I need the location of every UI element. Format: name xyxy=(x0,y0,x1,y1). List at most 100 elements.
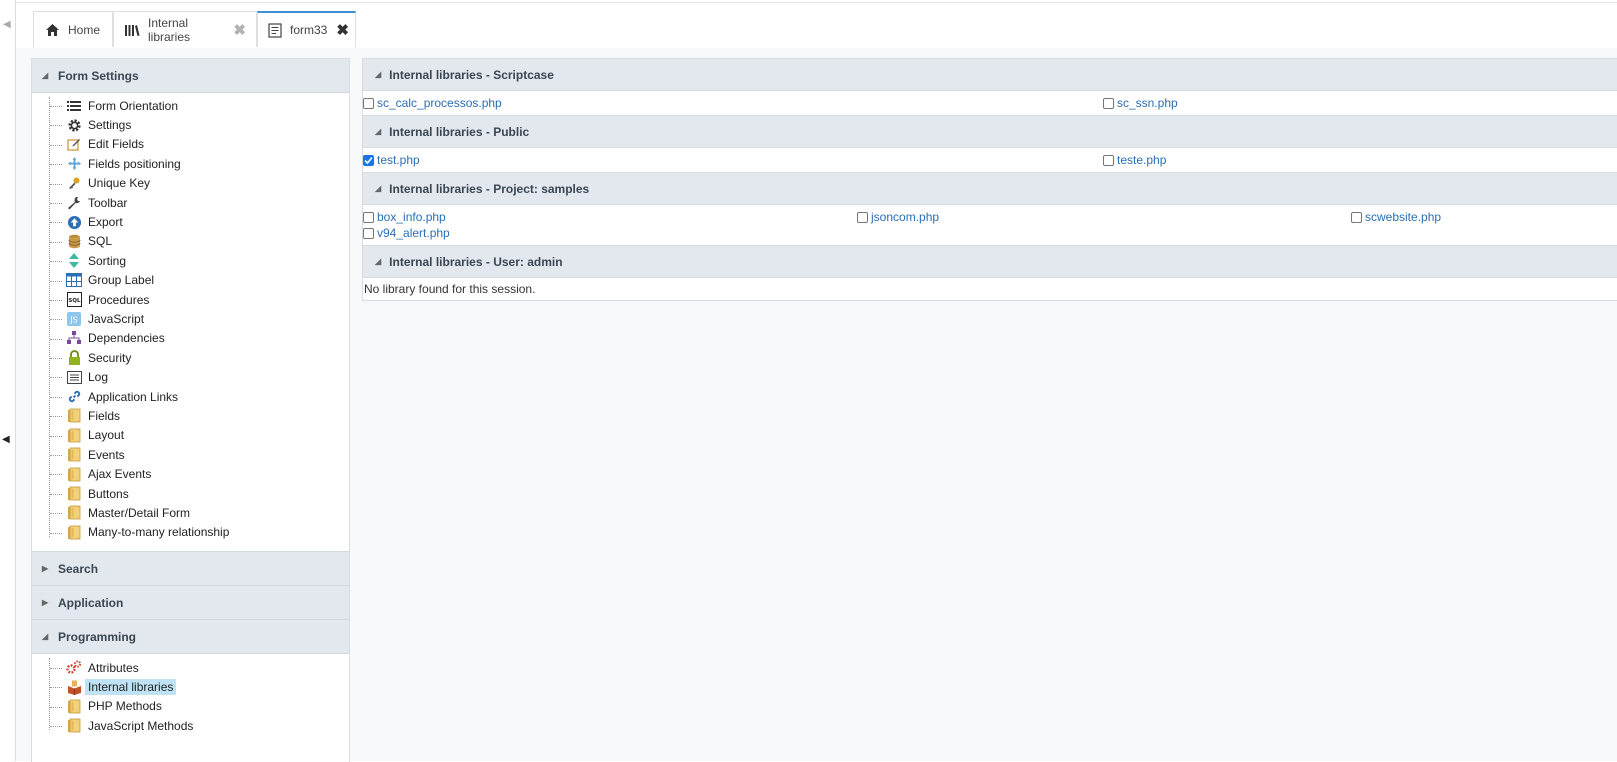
home-icon xyxy=(44,22,60,38)
tree-item-export[interactable]: Export xyxy=(32,212,349,231)
form-icon xyxy=(268,22,282,38)
group-header-programming[interactable]: ◢ Programming xyxy=(32,620,349,654)
group-header-application[interactable]: ▶ Application xyxy=(32,586,349,620)
tree-item-edit-fields[interactable]: Edit Fields xyxy=(32,135,349,154)
tree-item-many-to-many-relationship[interactable]: Many-to-many relationship xyxy=(32,523,349,542)
tree-item-dependencies[interactable]: Dependencies xyxy=(32,329,349,348)
tree-item-label: Export xyxy=(88,215,123,230)
wrench-icon xyxy=(66,195,82,211)
tree-item-label: Edit Fields xyxy=(88,137,145,152)
library-item[interactable]: jsoncom.php xyxy=(857,210,939,224)
empty-message: No library found for this session. xyxy=(364,282,536,296)
tree-branch-line xyxy=(50,183,62,185)
library-link[interactable]: test.php xyxy=(377,153,420,167)
settings-sidebar: ◢ Form Settings Form Orientation Settings… xyxy=(31,58,350,762)
tree-branch-line xyxy=(50,280,62,282)
tree-item-master-detail-form[interactable]: Master/Detail Form xyxy=(32,503,349,522)
library-link[interactable]: box_info.php xyxy=(377,210,446,224)
close-icon[interactable]: ✖ xyxy=(233,21,246,39)
section-body-user-admin: No library found for this session. xyxy=(362,278,1617,301)
tree-item-fields[interactable]: Fields xyxy=(32,406,349,425)
tree-branch-line xyxy=(50,416,62,418)
expand-triangle-icon: ▶ xyxy=(42,598,49,607)
tab-label: form33 xyxy=(290,23,328,37)
library-checkbox[interactable] xyxy=(363,211,374,223)
tree-branch-line xyxy=(50,319,62,321)
group-header-form-settings[interactable]: ◢ Form Settings xyxy=(32,59,349,93)
library-link[interactable]: sc_calc_processos.php xyxy=(377,96,502,110)
tree-item-php-methods[interactable]: PHP Methods xyxy=(32,697,349,716)
tree-branch-line xyxy=(50,358,62,360)
section-title: Internal libraries - User: admin xyxy=(389,254,563,269)
library-link[interactable]: scwebsite.php xyxy=(1365,210,1441,224)
library-link[interactable]: jsoncom.php xyxy=(871,210,939,224)
tree-item-fields-positioning[interactable]: Fields positioning xyxy=(32,154,349,173)
tree-item-security[interactable]: Security xyxy=(32,348,349,367)
tree-item-layout[interactable]: Layout xyxy=(32,426,349,445)
tree-item-sorting[interactable]: Sorting xyxy=(32,251,349,270)
tree-item-unique-key[interactable]: Unique Key xyxy=(32,174,349,193)
section-header-scriptcase[interactable]: ◢ Internal libraries - Scriptcase xyxy=(362,58,1617,91)
tree-branch-line xyxy=(50,726,62,728)
grid-icon xyxy=(66,272,82,288)
tree-item-ajax-events[interactable]: Ajax Events xyxy=(32,464,349,483)
tab-form33[interactable]: form33 ✖ xyxy=(257,11,356,47)
programming-tree: Attributes Internal libraries PHP Methods J… xyxy=(32,654,349,739)
section-header-project-samples[interactable]: ◢ Internal libraries - Project: samples xyxy=(362,172,1617,205)
tree-item-events[interactable]: Events xyxy=(32,445,349,464)
section-body-scriptcase: sc_calc_processos.php sc_ssn.php xyxy=(362,91,1617,115)
expand-panel-arrow-icon[interactable]: ◀ xyxy=(2,434,10,445)
library-checkbox[interactable] xyxy=(363,227,374,239)
folder-icon xyxy=(66,447,82,463)
library-checkbox[interactable] xyxy=(363,97,374,109)
svg-text:JS: JS xyxy=(69,315,77,324)
tree-branch-line xyxy=(50,706,62,708)
library-item[interactable]: sc_ssn.php xyxy=(1103,96,1178,110)
library-checkbox[interactable] xyxy=(1103,154,1114,166)
tree-item-group-label[interactable]: Group Label xyxy=(32,271,349,290)
tree-item-sql[interactable]: SQL xyxy=(32,232,349,251)
library-item[interactable]: v94_alert.php xyxy=(363,226,450,240)
tree-item-buttons[interactable]: Buttons xyxy=(32,484,349,503)
tree-item-label: Many-to-many relationship xyxy=(88,525,230,540)
library-checkbox[interactable] xyxy=(857,211,868,223)
folder-icon xyxy=(66,427,82,443)
library-item[interactable]: scwebsite.php xyxy=(1351,210,1441,224)
tree-item-form-orientation[interactable]: Form Orientation xyxy=(32,96,349,115)
collapse-triangle-icon: ◢ xyxy=(42,71,49,80)
tree-branch-line xyxy=(50,144,62,146)
tree-item-javascript-methods[interactable]: JavaScript Methods xyxy=(32,716,349,735)
tree-item-application-links[interactable]: Application Links xyxy=(32,387,349,406)
library-checkbox-checked[interactable] xyxy=(363,154,374,166)
library-item[interactable]: sc_calc_processos.php xyxy=(363,96,502,110)
library-checkbox[interactable] xyxy=(1351,211,1362,223)
tree-item-settings[interactable]: Settings xyxy=(32,115,349,134)
tree-item-toolbar[interactable]: Toolbar xyxy=(32,193,349,212)
tree-branch-line xyxy=(50,493,62,495)
section-title: Internal libraries - Scriptcase xyxy=(389,67,554,82)
tree-item-attributes[interactable]: Attributes xyxy=(32,658,349,677)
tree-item-procedures[interactable]: SQL Procedures xyxy=(32,290,349,309)
close-icon[interactable]: ✖ xyxy=(336,21,349,39)
collapse-arrow-icon[interactable]: ◀ xyxy=(3,19,11,30)
library-link[interactable]: v94_alert.php xyxy=(377,226,450,240)
tree-item-log[interactable]: Log xyxy=(32,367,349,386)
svg-text:SQL: SQL xyxy=(68,298,81,304)
section-header-user-admin[interactable]: ◢ Internal libraries - User: admin xyxy=(362,245,1617,278)
library-checkbox[interactable] xyxy=(1103,97,1114,109)
tree-item-label: Group Label xyxy=(88,273,155,288)
library-link[interactable]: teste.php xyxy=(1117,153,1166,167)
group-header-search[interactable]: ▶ Search xyxy=(32,551,349,586)
collapse-strip[interactable]: ◀ ◀ xyxy=(0,0,16,761)
tab-home[interactable]: Home xyxy=(33,11,113,47)
tree-item-javascript[interactable]: JS JavaScript xyxy=(32,309,349,328)
library-link[interactable]: sc_ssn.php xyxy=(1117,96,1178,110)
library-item[interactable]: test.php xyxy=(363,153,420,167)
tree-branch-line xyxy=(50,164,62,166)
library-item[interactable]: teste.php xyxy=(1103,153,1166,167)
tree-item-internal-libraries[interactable]: Internal libraries xyxy=(32,677,349,696)
tree-item-label: Log xyxy=(88,370,109,385)
tab-internal-libraries[interactable]: Internal libraries ✖ xyxy=(113,11,257,47)
section-header-public[interactable]: ◢ Internal libraries - Public xyxy=(362,115,1617,148)
library-item[interactable]: box_info.php xyxy=(363,210,446,224)
